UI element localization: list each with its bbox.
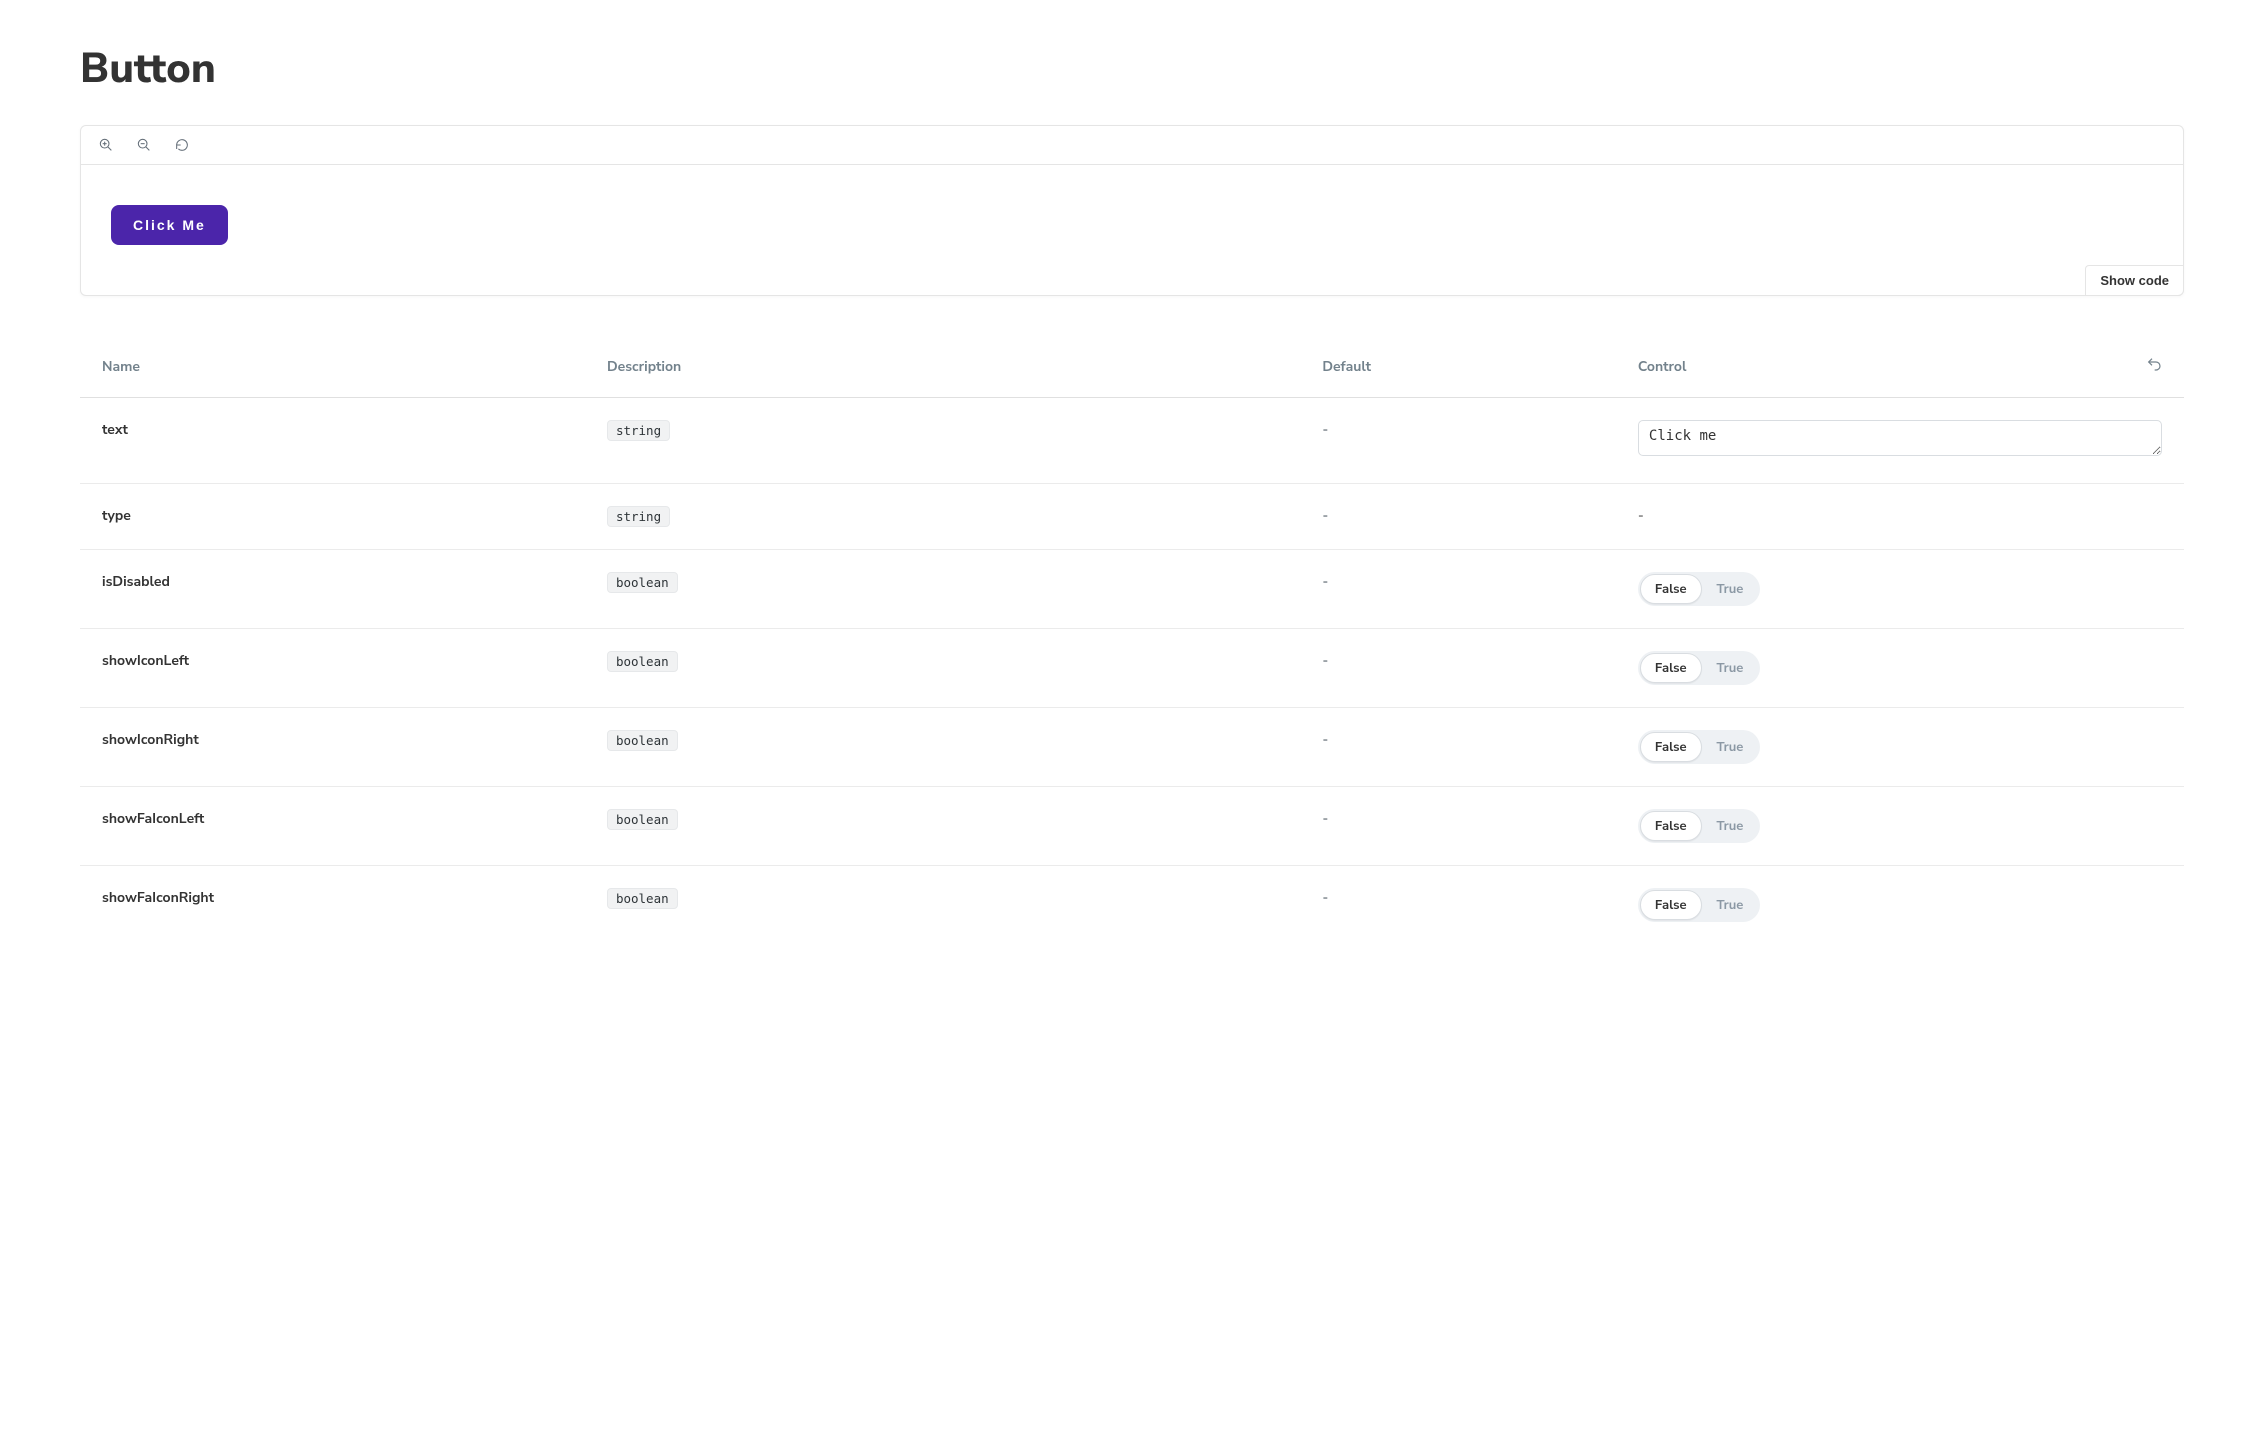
- arg-description: boolean: [585, 787, 1300, 866]
- arg-description: boolean: [585, 629, 1300, 708]
- toggle-true[interactable]: True: [1702, 890, 1759, 920]
- arg-control: FalseTrue: [1616, 550, 2184, 629]
- type-pill: boolean: [607, 809, 678, 830]
- arg-description: string: [585, 398, 1300, 484]
- preview-canvas: Click Me: [81, 165, 2183, 295]
- arg-row: text string -: [80, 398, 2184, 484]
- arg-row: type string --: [80, 484, 2184, 550]
- toggle-true[interactable]: True: [1702, 574, 1759, 604]
- toggle-false[interactable]: False: [1640, 574, 1702, 604]
- col-description: Description: [585, 346, 1300, 398]
- col-default: Default: [1300, 346, 1616, 398]
- arg-name: showIconRight: [80, 708, 585, 787]
- arg-row: showIconRight boolean -FalseTrue: [80, 708, 2184, 787]
- arg-name: type: [80, 484, 585, 550]
- arg-name: text: [80, 398, 585, 484]
- toggle-false[interactable]: False: [1640, 732, 1702, 762]
- arg-control: FalseTrue: [1616, 787, 2184, 866]
- arg-description: boolean: [585, 550, 1300, 629]
- text-control[interactable]: [1638, 420, 2162, 456]
- arg-row: showFaIconLeft boolean -FalseTrue: [80, 787, 2184, 866]
- type-pill: boolean: [607, 651, 678, 672]
- boolean-toggle[interactable]: FalseTrue: [1638, 888, 1760, 922]
- toggle-true[interactable]: True: [1702, 811, 1759, 841]
- type-pill: boolean: [607, 572, 678, 593]
- arg-control: [1616, 398, 2184, 484]
- arg-default: -: [1300, 398, 1616, 484]
- arg-control: FalseTrue: [1616, 708, 2184, 787]
- type-pill: string: [607, 420, 670, 441]
- col-control: Control: [1616, 346, 2079, 398]
- arg-default: -: [1300, 708, 1616, 787]
- arg-control: FalseTrue: [1616, 629, 2184, 708]
- arg-description: boolean: [585, 866, 1300, 945]
- preview-panel: Click Me Show code: [80, 125, 2184, 296]
- boolean-toggle[interactable]: FalseTrue: [1638, 651, 1760, 685]
- arg-name: showIconLeft: [80, 629, 585, 708]
- arg-default: -: [1300, 787, 1616, 866]
- arg-control: FalseTrue: [1616, 866, 2184, 945]
- show-code-button[interactable]: Show code: [2085, 265, 2184, 296]
- preview-toolbar: [81, 126, 2183, 165]
- toggle-false[interactable]: False: [1640, 811, 1702, 841]
- args-header-row: Name Description Default Control: [80, 346, 2184, 398]
- sample-button[interactable]: Click Me: [111, 205, 228, 245]
- type-pill: boolean: [607, 888, 678, 909]
- arg-description: string: [585, 484, 1300, 550]
- arg-default: -: [1300, 550, 1616, 629]
- arg-name: showFaIconLeft: [80, 787, 585, 866]
- arg-row: isDisabled boolean -FalseTrue: [80, 550, 2184, 629]
- arg-default: -: [1300, 866, 1616, 945]
- args-table: Name Description Default Control text str…: [80, 346, 2184, 944]
- type-pill: string: [607, 506, 670, 527]
- zoom-reset-icon[interactable]: [173, 136, 191, 154]
- toggle-false[interactable]: False: [1640, 653, 1702, 683]
- arg-row: showFaIconRight boolean -FalseTrue: [80, 866, 2184, 945]
- arg-name: showFaIconRight: [80, 866, 585, 945]
- arg-row: showIconLeft boolean -FalseTrue: [80, 629, 2184, 708]
- toggle-true[interactable]: True: [1702, 732, 1759, 762]
- col-name: Name: [80, 346, 585, 398]
- boolean-toggle[interactable]: FalseTrue: [1638, 572, 1760, 606]
- reset-icon[interactable]: [2146, 358, 2162, 377]
- toggle-true[interactable]: True: [1702, 653, 1759, 683]
- boolean-toggle[interactable]: FalseTrue: [1638, 730, 1760, 764]
- arg-default: -: [1300, 484, 1616, 550]
- arg-control: -: [1616, 484, 2184, 550]
- boolean-toggle[interactable]: FalseTrue: [1638, 809, 1760, 843]
- arg-name: isDisabled: [80, 550, 585, 629]
- zoom-out-icon[interactable]: [135, 136, 153, 154]
- arg-default: -: [1300, 629, 1616, 708]
- toggle-false[interactable]: False: [1640, 890, 1702, 920]
- type-pill: boolean: [607, 730, 678, 751]
- page-title: Button: [80, 40, 2184, 97]
- zoom-in-icon[interactable]: [97, 136, 115, 154]
- reset-controls-cell: [2079, 346, 2184, 398]
- arg-description: boolean: [585, 708, 1300, 787]
